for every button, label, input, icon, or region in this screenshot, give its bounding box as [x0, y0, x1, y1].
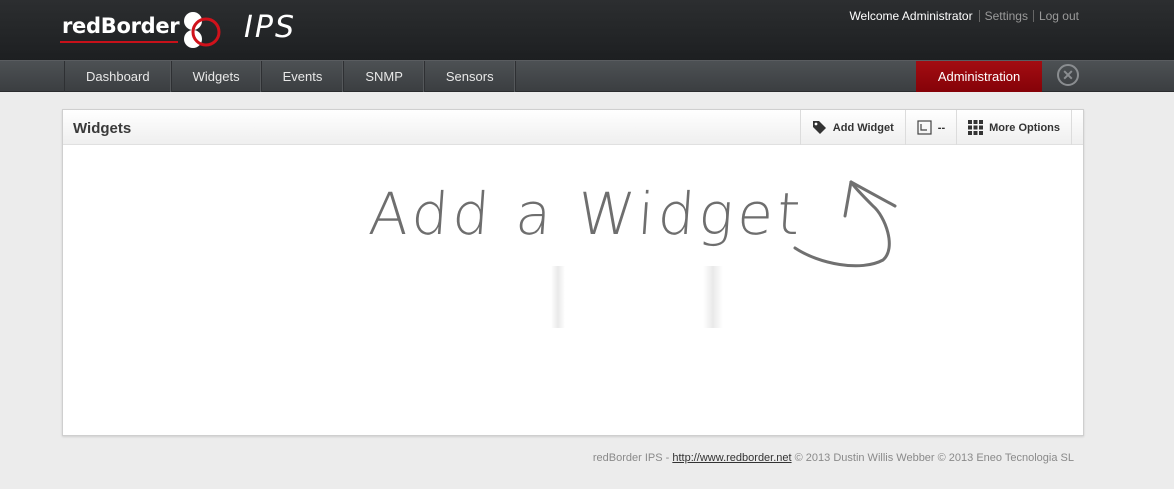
panel-header: Widgets Add Widget -- More Options — [63, 110, 1083, 145]
nav-item-administration[interactable]: Administration — [916, 61, 1042, 92]
layout-label: -- — [937, 121, 946, 134]
more-options-button[interactable]: More Options — [956, 110, 1072, 145]
footer-url-link[interactable]: http://www.redborder.net — [672, 452, 791, 464]
add-widget-label: Add Widget — [832, 121, 894, 134]
nav-items: Dashboard Widgets Events SNMP Sensors — [64, 61, 516, 92]
more-options-label: More Options — [989, 121, 1060, 134]
nav-item-dashboard[interactable]: Dashboard — [65, 61, 172, 92]
main-nav: Dashboard Widgets Events SNMP Sensors Ad… — [0, 60, 1174, 92]
widgets-panel: Widgets Add Widget -- More Options Add a… — [62, 109, 1084, 436]
grid-icon — [968, 120, 984, 135]
logo-mark-icon — [184, 12, 221, 48]
logo-underline — [60, 41, 178, 43]
footer-copyright: © 2013 Dustin Willis Webber © 2013 Eneo … — [791, 452, 1074, 464]
curved-arrow-up-icon — [793, 180, 897, 268]
top-header: redBorder IPS Welcome Administrator Sett… — [0, 0, 1174, 60]
add-widget-hint[interactable]: Add a Widget — [366, 176, 909, 306]
welcome-text: Welcome Administrator — [849, 9, 973, 23]
panel-title: Widgets — [73, 120, 132, 137]
product-name: IPS — [244, 10, 296, 45]
nav-item-widgets[interactable]: Widgets — [172, 61, 262, 92]
layout-button[interactable]: -- — [904, 110, 956, 145]
footer: redBorder IPS - http://www.redborder.net… — [0, 452, 1074, 464]
logo-text: redBorder — [62, 14, 180, 38]
layout-icon — [917, 120, 932, 135]
nav-item-events[interactable]: Events — [262, 61, 345, 92]
user-links: Welcome Administrator Settings Log out — [849, 9, 1079, 23]
footer-prefix: redBorder IPS - — [592, 452, 673, 464]
tag-icon — [812, 121, 826, 134]
logout-link[interactable]: Log out — [1034, 9, 1079, 23]
decorative-strip — [551, 266, 565, 328]
close-circle-icon[interactable]: ✕ — [1057, 64, 1079, 86]
nav-item-snmp[interactable]: SNMP — [344, 61, 425, 92]
logo[interactable]: redBorder IPS — [60, 8, 302, 52]
add-widget-hint-text: Add a Widget — [366, 180, 807, 248]
panel-body: Add a Widget — [63, 146, 1083, 435]
panel-actions: Add Widget -- More Options — [799, 110, 1072, 145]
decorative-strip — [703, 266, 723, 328]
add-widget-button[interactable]: Add Widget — [799, 110, 905, 145]
settings-link[interactable]: Settings — [980, 9, 1033, 23]
nav-item-sensors[interactable]: Sensors — [425, 61, 516, 92]
